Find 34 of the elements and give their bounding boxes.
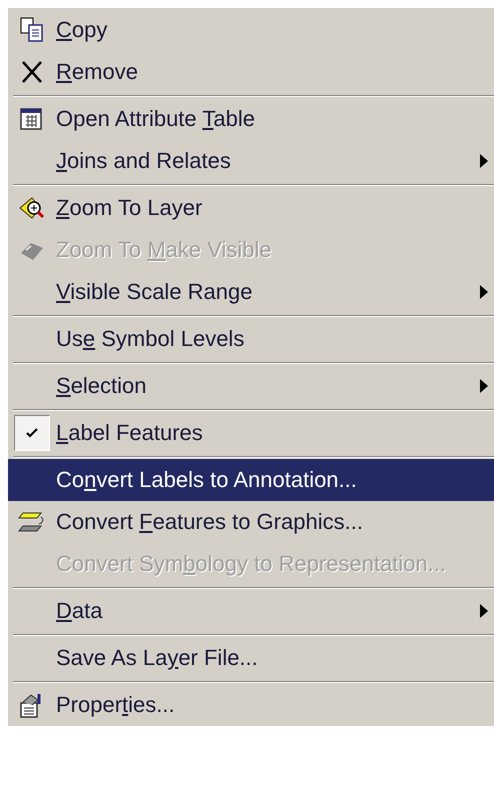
menu-item[interactable]: Selection [8,365,494,407]
menu-item-label: Save As Layer File... [56,645,259,671]
menu-item[interactable]: Label Features [8,412,494,454]
menu-item-label: Visible Scale Range [56,279,254,305]
menu-item[interactable]: Convert Labels to Annotation... [8,459,494,501]
menu-item[interactable]: Use Symbol Levels [8,318,494,360]
menu-item-label: Properties... [56,692,176,718]
menu-item[interactable]: Data [8,590,494,632]
menu-item-label: Label Features [56,420,204,446]
menu-item-label: Copy [56,17,108,43]
menu-item[interactable]: Copy [8,9,494,51]
menu-item-label: Data [56,598,104,624]
menu-item[interactable]: Save As Layer File... [8,637,494,679]
submenu-arrow-icon [480,154,488,168]
menu-item[interactable]: Joins and Relates [8,140,494,182]
menu-item-label: Remove [56,59,139,85]
menu-item-label: Selection [56,373,148,399]
menu-item-label: Open Attribute Table [56,106,256,132]
submenu-arrow-icon [480,285,488,299]
menu-item[interactable]: Convert Features to Graphics... [8,501,494,543]
menu-item-label: Zoom To Layer [56,195,204,221]
menu-item-label: Convert Labels to Annotation... [56,467,358,493]
checkmark-icon [14,415,50,451]
submenu-arrow-icon [480,379,488,393]
menu-item-label: Joins and Relates [56,148,232,174]
menu-item-label: Convert Features to Graphics... [56,509,364,535]
menu-item[interactable]: Open Attribute Table [8,98,494,140]
menu-item-label: Use Symbol Levels [56,326,246,352]
menu-item[interactable]: Visible Scale Range [8,271,494,313]
submenu-arrow-icon [480,604,488,618]
menu-item[interactable]: Properties... [8,684,494,726]
copy-icon [18,16,46,44]
menu-item[interactable]: Remove [8,51,494,93]
menu-item[interactable]: Zoom To Layer [8,187,494,229]
